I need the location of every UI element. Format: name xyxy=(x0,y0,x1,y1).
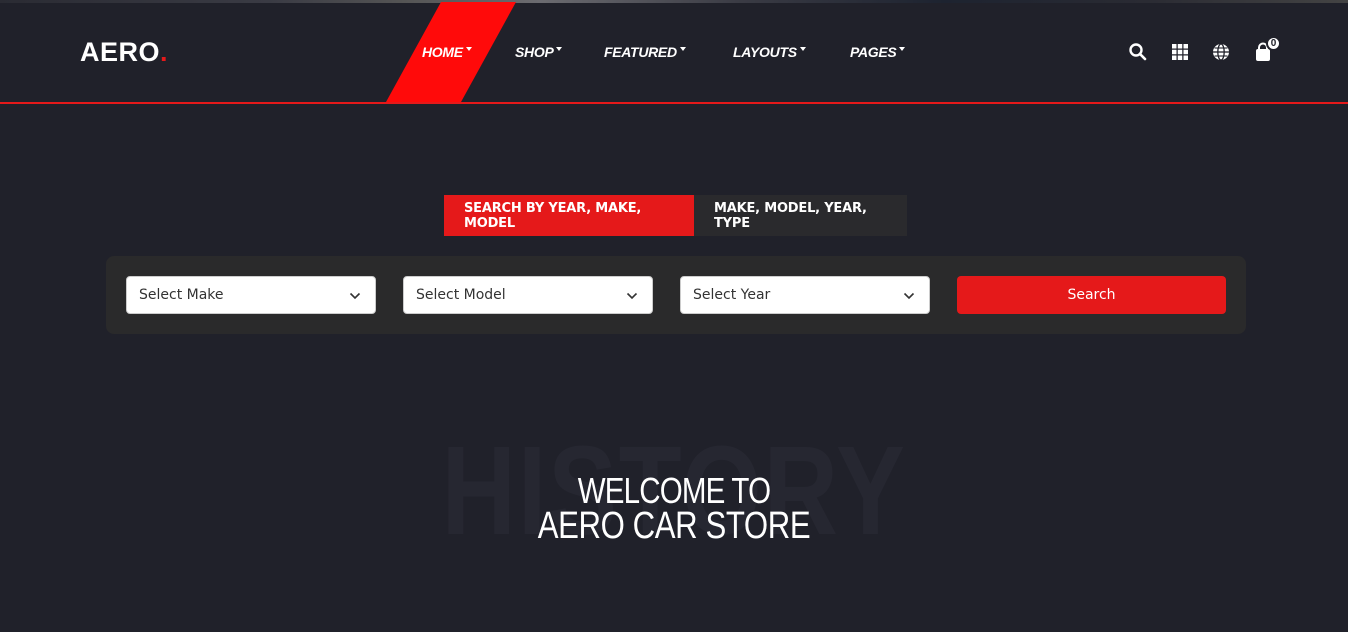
caret-down-icon xyxy=(799,47,806,51)
tab-make-model-year-type[interactable]: MAKE, MODEL, YEAR, TYPE xyxy=(694,195,907,236)
nav-item-label: PAGES xyxy=(850,44,897,60)
nav-item-home[interactable]: HOME xyxy=(422,43,472,61)
nav-item-pages[interactable]: PAGES xyxy=(850,43,906,61)
caret-down-icon xyxy=(465,47,472,51)
grid-icon[interactable] xyxy=(1170,42,1190,62)
select-model-value: Select Model xyxy=(416,287,506,303)
hero-title-line2: AERO CAR STORE xyxy=(537,505,811,547)
shopping-bag-icon[interactable]: 0 xyxy=(1253,36,1281,62)
nav-item-shop[interactable]: SHOP xyxy=(515,43,563,61)
chevron-down-icon xyxy=(626,292,638,300)
tab-search-by-year-make-model[interactable]: SEARCH BY YEAR, MAKE, MODEL xyxy=(444,195,694,236)
nav-item-layouts[interactable]: LAYOUTS xyxy=(733,43,806,61)
nav-item-label: LAYOUTS xyxy=(733,44,797,60)
search-button[interactable]: Search xyxy=(957,276,1226,314)
caret-down-icon xyxy=(899,47,906,51)
select-year-value: Select Year xyxy=(693,287,771,303)
select-make-value: Select Make xyxy=(139,287,224,303)
vehicle-search-panel: Select Make Select Model Select Year Sea… xyxy=(106,256,1246,334)
nav-item-label: FEATURED xyxy=(604,44,677,60)
caret-down-icon xyxy=(556,47,563,51)
search-tabs: SEARCH BY YEAR, MAKE, MODEL MAKE, MODEL,… xyxy=(444,195,907,236)
select-year-dropdown[interactable]: Select Year xyxy=(680,276,930,314)
cart-count-badge: 0 xyxy=(1266,36,1281,51)
select-model-dropdown[interactable]: Select Model xyxy=(403,276,653,314)
caret-down-icon xyxy=(679,47,686,51)
select-make-dropdown[interactable]: Select Make xyxy=(126,276,376,314)
globe-icon[interactable] xyxy=(1211,42,1231,62)
nav-item-label: SHOP xyxy=(515,44,554,60)
nav-item-label: HOME xyxy=(422,44,463,60)
nav-item-featured[interactable]: FEATURED xyxy=(604,43,686,61)
chevron-down-icon xyxy=(349,292,361,300)
chevron-down-icon xyxy=(903,292,915,300)
search-icon[interactable] xyxy=(1128,42,1148,62)
site-header: AERO. HOME SHOP FEATURED LAYOUTS PAGES 0 xyxy=(0,0,1348,104)
